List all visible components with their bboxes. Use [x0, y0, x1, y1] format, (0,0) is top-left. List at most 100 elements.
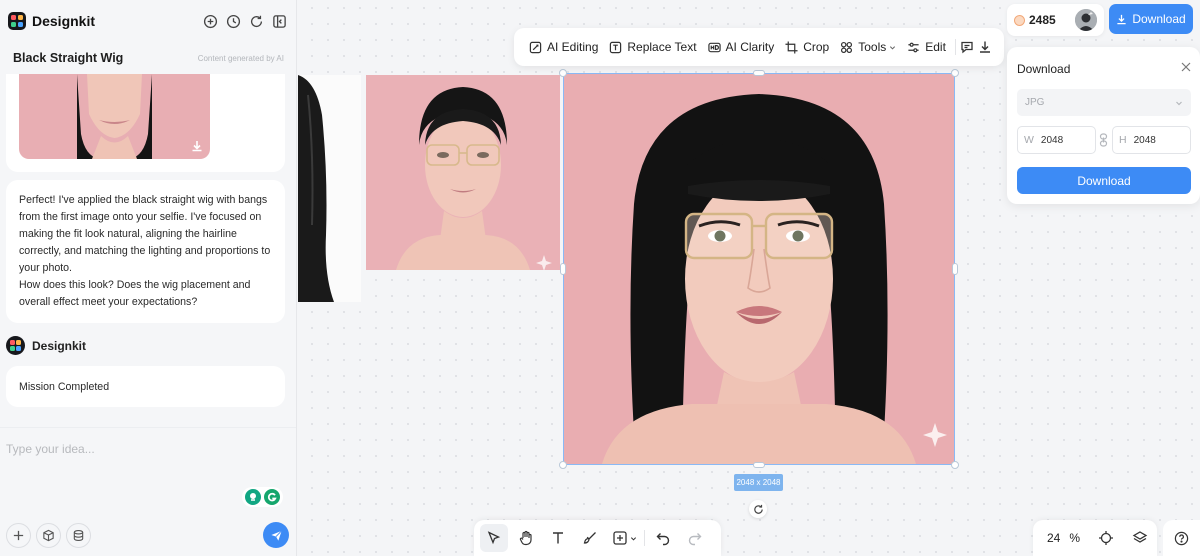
width-field[interactable]: W 2048 — [1017, 126, 1096, 154]
model-select-button[interactable] — [36, 523, 61, 548]
resize-handle-bottom-left[interactable] — [559, 461, 567, 469]
format-value: JPG — [1025, 97, 1045, 108]
sender-avatar-icon — [6, 336, 25, 355]
ai-clarity-button[interactable]: AI Clarity — [703, 33, 781, 61]
crop-label: Crop — [803, 40, 830, 54]
canvas-image-wig-reference[interactable] — [298, 75, 361, 302]
close-icon[interactable] — [1180, 61, 1192, 73]
ai-clarity-label: AI Clarity — [725, 40, 775, 54]
hand-tool-button[interactable] — [512, 524, 540, 552]
thumbnail-download-icon[interactable] — [190, 139, 204, 153]
crop-button[interactable]: Crop — [780, 33, 835, 61]
designkit-logo — [8, 12, 26, 30]
rotate-button[interactable] — [749, 500, 767, 518]
layers-icon[interactable] — [1132, 530, 1148, 546]
chat-panel: Designkit Black Straight Wig Content gen… — [0, 0, 297, 556]
canvas-image-selfie[interactable] — [366, 75, 560, 270]
link-aspect-icon[interactable] — [1099, 133, 1108, 147]
status-text: Mission Completed — [19, 380, 110, 393]
height-field[interactable]: H 2048 — [1112, 126, 1191, 154]
ai-editing-button[interactable]: AI Editing — [524, 33, 604, 61]
tools-label: Tools — [858, 40, 887, 54]
generated-image-thumbnail[interactable] — [19, 74, 210, 159]
download-panel: Download JPG W 2048 H 2048 Download — [1007, 47, 1200, 204]
add-box-icon — [612, 530, 637, 546]
credits-widget: 2485 — [1007, 4, 1104, 36]
sliders-icon — [907, 41, 920, 54]
send-button[interactable] — [263, 522, 289, 548]
help-icon — [1174, 531, 1189, 546]
comment-icon — [960, 40, 974, 54]
comment-button[interactable] — [959, 33, 977, 61]
ai-edit-icon — [529, 41, 542, 54]
resize-handle-top-left[interactable] — [559, 69, 567, 77]
canvas-image-result[interactable] — [564, 74, 954, 464]
text-tool-button[interactable] — [544, 524, 572, 552]
prompt-area — [0, 427, 296, 556]
extension-icon[interactable] — [245, 489, 261, 505]
height-value: 2048 — [1133, 134, 1156, 146]
resize-handle-top[interactable] — [753, 70, 765, 76]
resize-handle-right[interactable] — [952, 263, 958, 275]
crop-icon — [785, 40, 798, 54]
add-chat-icon[interactable] — [203, 14, 218, 29]
chat-header-tools — [203, 14, 287, 29]
resize-handle-top-right[interactable] — [951, 69, 959, 77]
toolbar-download-button[interactable] — [976, 33, 994, 61]
download-icon — [978, 40, 992, 54]
tools-dropdown[interactable]: Tools — [835, 33, 902, 61]
select-tool-button[interactable] — [480, 524, 508, 552]
edit-button[interactable]: Edit — [902, 33, 952, 61]
prompt-input[interactable] — [6, 440, 276, 458]
redo-button[interactable] — [681, 524, 709, 552]
refresh-icon[interactable] — [249, 14, 264, 29]
zoom-controls: 24 % — [1033, 520, 1157, 556]
chevron-down-icon — [1175, 99, 1183, 107]
undo-icon — [655, 530, 671, 546]
fit-screen-icon[interactable] — [1098, 530, 1114, 546]
resize-handle-bottom[interactable] — [753, 462, 765, 468]
brush-tool-button[interactable] — [576, 524, 604, 552]
database-button[interactable] — [66, 523, 91, 548]
zoom-unit: % — [1069, 531, 1081, 545]
brand-name: Designkit — [32, 13, 96, 29]
user-avatar[interactable] — [1075, 9, 1097, 31]
coin-icon — [1014, 14, 1025, 26]
toolbar-divider — [954, 39, 956, 55]
assistant-message: Perfect! I've applied the black straight… — [6, 180, 285, 323]
brand-bar: Designkit — [0, 0, 296, 42]
width-prefix: W — [1024, 134, 1034, 146]
ai-disclaimer: Content generated by AI — [197, 53, 284, 63]
panel-collapse-icon[interactable] — [272, 14, 287, 29]
brush-icon — [582, 530, 598, 546]
resize-handle-bottom-right[interactable] — [951, 461, 959, 469]
download-button-label: Download — [1132, 12, 1186, 26]
status-message: Mission Completed — [6, 366, 285, 407]
ai-editing-label: AI Editing — [547, 40, 599, 54]
extension-badges — [242, 487, 283, 507]
width-value: 2048 — [1040, 134, 1064, 146]
credits-value: 2485 — [1029, 13, 1056, 27]
grid-icon — [840, 41, 853, 54]
insert-dropdown-button[interactable] — [608, 524, 640, 552]
zoom-value[interactable]: 24 — [1047, 531, 1060, 545]
dimension-label: 2048 x 2048 — [734, 474, 783, 491]
chat-title: Black Straight Wig — [13, 51, 124, 65]
download-button[interactable]: Download — [1109, 4, 1193, 34]
history-icon[interactable] — [226, 14, 241, 29]
format-select[interactable]: JPG — [1017, 89, 1191, 116]
undo-button[interactable] — [649, 524, 677, 552]
download-icon — [1116, 14, 1127, 25]
canvas-toolbar — [474, 520, 721, 556]
grammarly-icon[interactable] — [264, 489, 280, 505]
resize-handle-left[interactable] — [560, 263, 566, 275]
replace-text-label: Replace Text — [627, 40, 697, 54]
replace-text-button[interactable]: Replace Text — [604, 33, 702, 61]
cursor-icon — [486, 530, 502, 546]
download-panel-title: Download — [1017, 62, 1071, 76]
confirm-download-button[interactable]: Download — [1017, 167, 1191, 194]
edit-label: Edit — [925, 40, 946, 54]
add-attachment-button[interactable] — [6, 523, 31, 548]
toolbar-divider — [644, 530, 645, 546]
help-button[interactable] — [1163, 520, 1200, 556]
